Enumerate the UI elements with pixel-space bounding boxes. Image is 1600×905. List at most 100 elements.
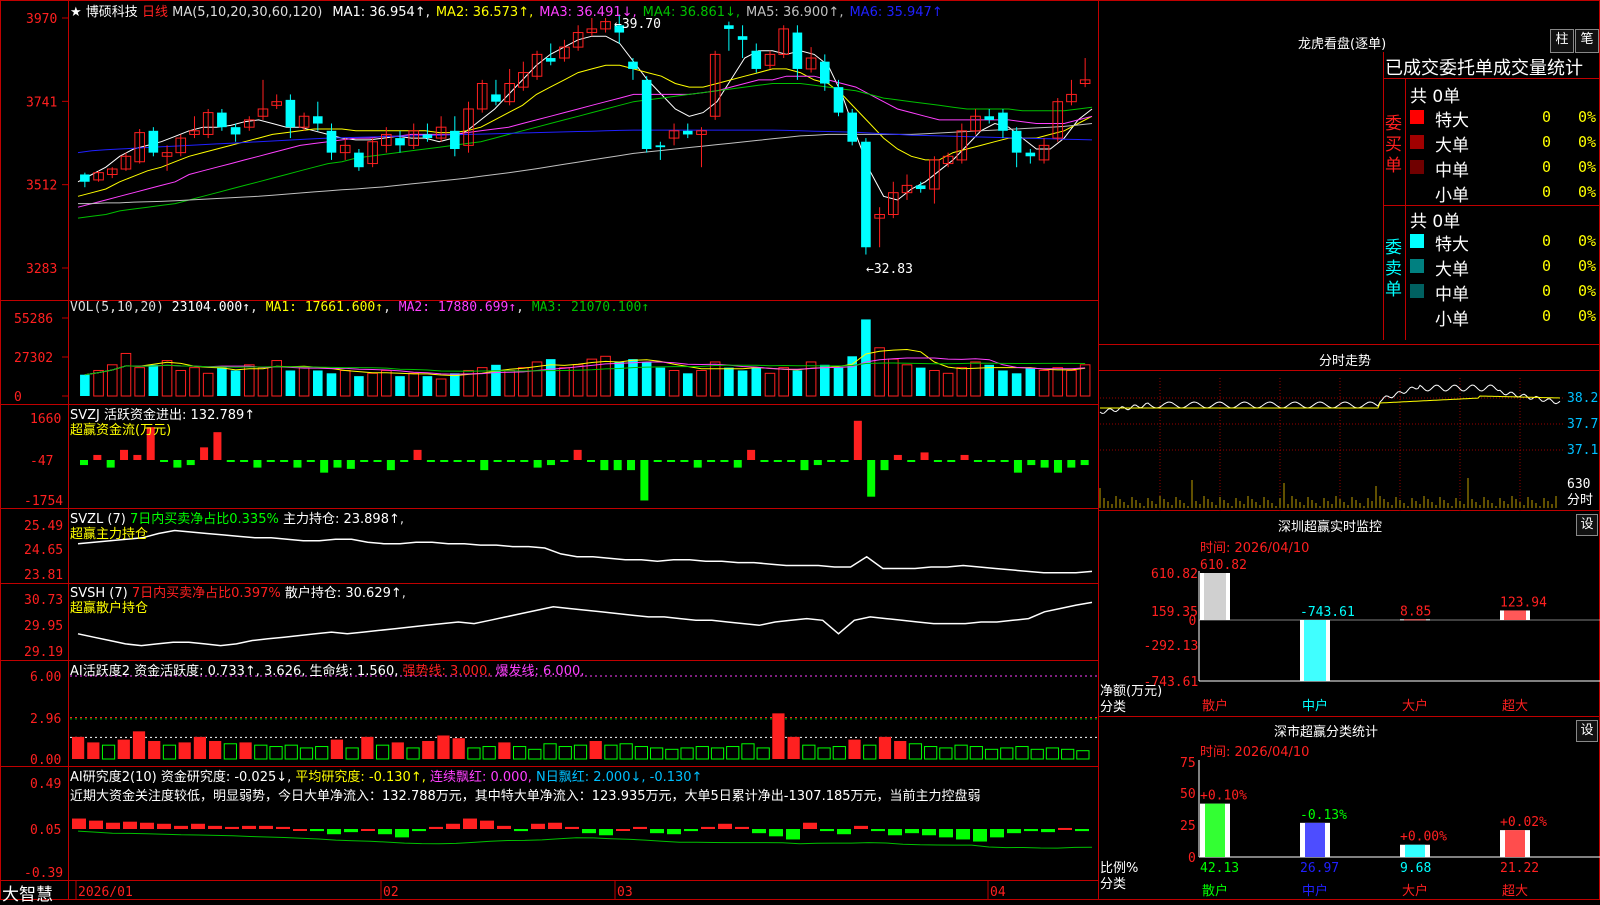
ai1-bar bbox=[787, 736, 800, 759]
ai1-header: AI活跃度2 资金活跃度: 0.733↑, 3.626, 生命线: 1.560,… bbox=[70, 660, 584, 679]
sz-time: 时间: 2026/04/10 bbox=[1200, 541, 1310, 556]
intraday-vol-label: 分时 bbox=[1567, 493, 1593, 508]
ai1-bar bbox=[361, 736, 374, 759]
candle-body bbox=[792, 32, 803, 69]
svzj-bar bbox=[360, 460, 369, 462]
volume-bar bbox=[134, 367, 145, 397]
candle-body bbox=[833, 87, 844, 113]
ai1-bar bbox=[1045, 747, 1060, 760]
svzj-bar bbox=[160, 460, 169, 462]
svzj-bar bbox=[320, 460, 329, 473]
lhb-title: 龙虎看盘(逐单) bbox=[1298, 37, 1387, 52]
candle-body bbox=[395, 138, 405, 146]
ai2-bar bbox=[1058, 827, 1072, 830]
ai2-bar bbox=[327, 829, 341, 835]
cls-settings-button[interactable]: 设 bbox=[1576, 720, 1598, 742]
ma-legend: MA1: 36.954↑, MA2: 36.573↑, MA3: 36.491↓, M… bbox=[326, 5, 942, 20]
ai1-bar bbox=[878, 736, 892, 759]
ai2-bar bbox=[922, 829, 936, 836]
vol-tick-label: 55286 bbox=[14, 312, 53, 327]
svzj-bar bbox=[760, 460, 769, 462]
stock-name[interactable]: 博硕科技 bbox=[86, 5, 138, 20]
order-size-label: 大单 bbox=[1435, 260, 1469, 280]
ai2-bar bbox=[718, 823, 732, 829]
ai2-bar bbox=[293, 829, 307, 831]
svzj-bar bbox=[600, 460, 609, 471]
volume-bar bbox=[230, 370, 241, 396]
ai2-lxph: 连续飘红: 0.000, bbox=[430, 770, 532, 785]
svzj-bar bbox=[640, 460, 649, 501]
volume-bar bbox=[998, 370, 1008, 396]
vol-header: VOL(5,10,20) 23104.000↑, MA1: 17661.600↑… bbox=[70, 300, 650, 315]
svzj-bar bbox=[693, 460, 702, 468]
price-tick-label: 3741 bbox=[26, 95, 57, 110]
ai2-header: AI研究度2(10) 资金研究度: -0.025↓, 平均研究度: -0.130… bbox=[70, 766, 702, 785]
ai2-bar bbox=[378, 829, 392, 835]
candle-body bbox=[1011, 130, 1022, 153]
candle-body bbox=[354, 152, 364, 168]
ai2-bar bbox=[276, 826, 290, 829]
ai2-bar bbox=[191, 823, 205, 829]
svzl-tick-label: 23.81 bbox=[24, 568, 63, 583]
ai1-bar bbox=[924, 746, 938, 760]
ai2-bar bbox=[1007, 829, 1021, 834]
svzj-bar bbox=[667, 460, 676, 462]
sz-tick-label: 610.82 bbox=[1151, 567, 1198, 582]
cls-time: 时间: 2026/04/10 bbox=[1200, 745, 1310, 760]
ai2-bar bbox=[514, 829, 528, 832]
candle-body bbox=[737, 36, 748, 40]
cls-change-label: +0.10% bbox=[1200, 789, 1247, 804]
volume-bar bbox=[614, 361, 625, 396]
ai1-bar bbox=[908, 743, 923, 760]
ma3-line bbox=[77, 75, 1093, 208]
svzj-bar bbox=[573, 449, 582, 460]
intraday-tick-label: 38.2 bbox=[1567, 391, 1598, 406]
ai2-bar bbox=[582, 829, 596, 834]
ai1-bar bbox=[634, 746, 649, 760]
volume-bar bbox=[984, 364, 995, 396]
candle-body bbox=[450, 130, 460, 150]
ai1-bar bbox=[345, 747, 359, 760]
cls-tick-label: 50 bbox=[1180, 787, 1196, 802]
volume-bar bbox=[764, 372, 776, 397]
ai1-bar bbox=[178, 742, 191, 759]
intraday-vol-tick: 630 bbox=[1567, 477, 1590, 492]
ai2-bar bbox=[106, 822, 120, 829]
bar-mode-button[interactable]: 柱 bbox=[1550, 29, 1574, 53]
intraday-tick-label: 37.7 bbox=[1567, 417, 1598, 432]
ai1-bar bbox=[619, 743, 633, 760]
tick-mode-button[interactable]: 笔 bbox=[1575, 29, 1599, 53]
ai1-bar bbox=[680, 747, 694, 760]
volume-bar bbox=[450, 373, 460, 396]
svzj-bar bbox=[293, 460, 302, 468]
svzj-bar bbox=[1053, 460, 1062, 473]
sz-category-label: 中户 bbox=[1302, 698, 1328, 714]
chart-header: ★ 博硕科技 日线 MA(5,10,20,30,60,120) MA1: 36.… bbox=[70, 1, 943, 20]
ai2-bar bbox=[837, 829, 851, 835]
volume-bar bbox=[1079, 364, 1091, 397]
candle-body bbox=[1025, 152, 1036, 157]
ai1-bar bbox=[894, 741, 907, 759]
ai1-bar bbox=[939, 747, 953, 760]
date-label: 02 bbox=[383, 885, 399, 900]
ai2-bar bbox=[565, 826, 579, 829]
ai2-bar bbox=[174, 825, 188, 829]
sz-settings-button[interactable]: 设 bbox=[1576, 514, 1598, 536]
svsh-tick-label: 29.19 bbox=[24, 645, 63, 660]
favorite-star-icon[interactable]: ★ bbox=[70, 5, 82, 20]
ai2-bar bbox=[701, 826, 715, 829]
chart-canvas[interactable]: 2026/01 02 03 043970374135123283←39.70←32.8… bbox=[0, 0, 1600, 900]
ai1-title: AI活跃度2 资金活跃度: 0.733↑, 3.626, 生命线: 1.560, bbox=[70, 664, 399, 679]
volume-bar bbox=[600, 355, 611, 397]
period-label[interactable]: 日线 bbox=[142, 5, 168, 20]
volume-bar bbox=[354, 376, 364, 396]
ai1-bar bbox=[832, 746, 846, 760]
volume-bar bbox=[1066, 369, 1077, 397]
candle-body bbox=[491, 94, 501, 102]
ai1-bar bbox=[1030, 748, 1044, 760]
svzj-bar bbox=[773, 460, 782, 462]
ai2-bar bbox=[123, 821, 137, 829]
ai1-bar bbox=[741, 743, 755, 760]
ai1-bar bbox=[1000, 747, 1014, 760]
ai2-bar bbox=[803, 822, 817, 829]
